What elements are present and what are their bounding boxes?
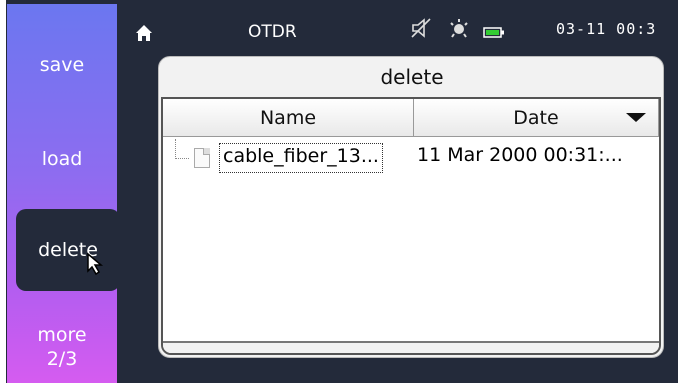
more-label: more (37, 324, 87, 346)
tree-connector (175, 139, 189, 159)
dialog-title: delete (380, 65, 444, 89)
home-icon[interactable] (135, 24, 153, 42)
list-header: Name Date (163, 99, 659, 137)
clock-display: 03-11 00:3 (556, 20, 657, 38)
column-header-date[interactable]: Date (414, 99, 659, 137)
column-date-label: Date (513, 106, 559, 129)
column-name-label: Name (259, 106, 317, 129)
more-page-indicator: 2/3 (46, 348, 78, 370)
app-title: OTDR (248, 22, 297, 42)
sidebar: save load more 2/3 (7, 4, 117, 383)
mouse-cursor-icon (87, 252, 104, 276)
file-icon (194, 148, 210, 168)
save-button[interactable]: save (7, 56, 117, 75)
file-list[interactable]: Name Date cable_fiber_13... 11 Mar 2000 … (161, 97, 661, 355)
sort-descending-icon[interactable] (626, 113, 646, 122)
delete-button[interactable]: delete (16, 209, 120, 291)
brightness-icon (450, 19, 468, 38)
load-label: load (41, 148, 83, 170)
list-scrollbar[interactable] (163, 341, 659, 353)
file-date-cell: 11 Mar 2000 00:31:... (417, 144, 623, 166)
battery-icon (483, 27, 504, 38)
more-button[interactable]: more 2/3 (7, 323, 117, 371)
speaker-mute-icon (411, 18, 431, 38)
load-button[interactable]: load (7, 150, 117, 169)
table-row[interactable]: cable_fiber_13... 11 Mar 2000 00:31:... (163, 139, 659, 175)
save-label: save (39, 54, 85, 76)
delete-dialog: delete Name Date cable_fiber_13... 11 Ma… (158, 56, 664, 358)
file-name-cell[interactable]: cable_fiber_13... (219, 143, 383, 173)
column-header-name[interactable]: Name (163, 99, 414, 137)
